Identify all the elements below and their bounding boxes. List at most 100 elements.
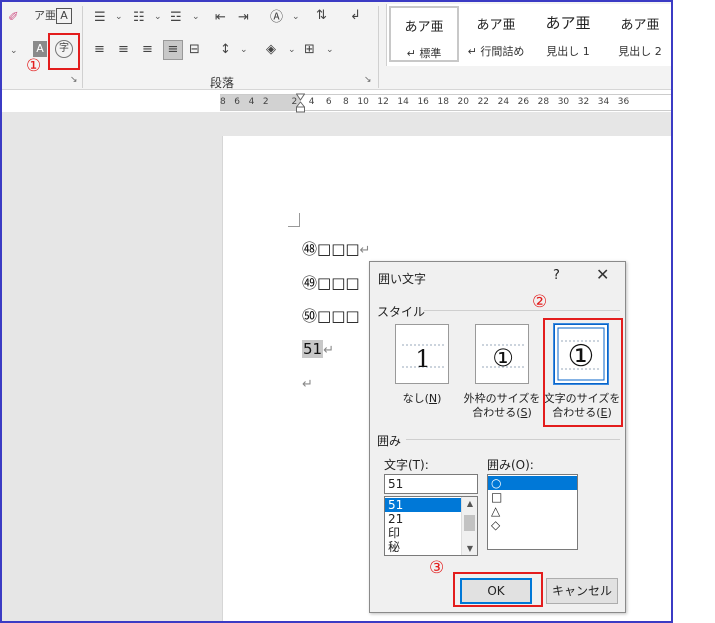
chevron-down-icon[interactable]: ⌄ <box>154 12 162 22</box>
cancel-button[interactable]: キャンセル <box>546 578 618 604</box>
enclosure-list[interactable]: ○ □ △ ◇ <box>487 474 578 550</box>
style-shrink-preview-icon: ① <box>482 344 524 372</box>
doc-line-empty[interactable]: ↵ <box>302 374 313 392</box>
style-sample: あア亜 <box>545 14 591 32</box>
increase-indent-icon[interactable]: ⇥ <box>238 10 249 26</box>
styles-gallery: あア亜 ↵ 標準 あア亜 ↵ 行間詰め あア亜 見出し 1 あア亜 見出し 2 <box>386 4 671 66</box>
placeholder-boxes: □□□ <box>317 240 360 258</box>
annotation-number-1: ① <box>26 56 42 76</box>
style-name: ↵ 標準 <box>406 47 442 60</box>
enclosed-number: ㊿ <box>302 307 318 325</box>
list-item[interactable]: □ <box>488 490 577 504</box>
bullets-icon[interactable]: ☰ <box>94 10 106 26</box>
chevron-down-icon[interactable]: ⌄ <box>115 12 123 22</box>
sort-icon[interactable]: ⇅ <box>316 8 327 24</box>
selected-text: 51 <box>302 340 324 358</box>
style-shrink-caption: 外枠のサイズを 合わせる(S) <box>463 392 541 419</box>
style-none-caption: なし(N) <box>402 392 442 405</box>
justify-icon[interactable]: ≡ <box>163 40 183 60</box>
style-no-spacing[interactable]: あア亜 ↵ 行間詰め <box>461 6 531 62</box>
annotation-box-2 <box>543 318 623 427</box>
style-sample: あア亜 <box>404 20 444 35</box>
style-name: 見出し 2 <box>618 45 662 58</box>
phonetic-guide-icon[interactable]: ア亜 <box>34 8 56 24</box>
section-divider <box>424 310 620 311</box>
show-formatting-marks-icon[interactable]: ↲ <box>350 8 361 24</box>
numbering-icon[interactable]: ☷ <box>133 10 145 26</box>
list-item[interactable]: ◇ <box>488 518 577 532</box>
character-border-icon[interactable]: A <box>56 8 72 24</box>
group-separator <box>378 6 379 88</box>
chevron-down-icon[interactable]: ⌄ <box>10 46 18 56</box>
chevron-down-icon[interactable]: ⌄ <box>288 45 296 55</box>
style-heading-2[interactable]: あア亜 見出し 2 <box>605 6 671 62</box>
list-scrollbar[interactable]: ▲ ▼ <box>461 497 477 555</box>
style-option-none[interactable]: 1 <box>395 324 449 384</box>
character-shading-icon[interactable]: A <box>33 41 47 57</box>
scroll-up-icon[interactable]: ▲ <box>462 499 477 508</box>
ruler-labels: 8 6 4 2 2 4 6 8 10 12 14 16 18 20 22 24 … <box>220 97 630 107</box>
align-right-icon[interactable]: ≡ <box>142 42 153 58</box>
list-item[interactable]: ○ <box>488 476 577 490</box>
style-sample: あア亜 <box>620 18 660 33</box>
help-button[interactable]: ? <box>553 268 560 283</box>
indent-marker-icon[interactable] <box>296 93 305 113</box>
line-spacing-icon[interactable]: ↕ <box>220 42 231 58</box>
chevron-down-icon[interactable]: ⌄ <box>326 45 334 55</box>
chevron-down-icon[interactable]: ⌄ <box>192 12 200 22</box>
borders-icon[interactable]: ⊞ <box>304 42 315 58</box>
annotation-box-3 <box>453 572 543 607</box>
align-left-icon[interactable]: ≡ <box>94 42 105 58</box>
doc-line-49[interactable]: ㊾□□□ <box>302 272 360 293</box>
text-input[interactable]: 51 <box>384 474 478 494</box>
section-divider <box>406 439 620 440</box>
list-item[interactable]: △ <box>488 504 577 518</box>
annotation-number-3: ③ <box>429 558 445 578</box>
paragraph-mark: ↵ <box>323 343 334 358</box>
paragraph-mark: ↵ <box>359 243 371 258</box>
scroll-thumb[interactable] <box>464 515 475 531</box>
chevron-down-icon[interactable]: ⌄ <box>292 12 300 22</box>
style-heading-1[interactable]: あア亜 見出し 1 <box>533 6 603 62</box>
style-name: 見出し 1 <box>546 45 590 58</box>
style-option-shrink-text[interactable]: ① <box>475 324 529 384</box>
svg-text:①: ① <box>492 344 514 372</box>
horizontal-ruler[interactable]: 8 6 4 2 2 4 6 8 10 12 14 16 18 20 22 24 … <box>220 93 671 113</box>
annotation-number-2: ② <box>532 292 548 312</box>
doc-line-51[interactable]: 51↵ <box>302 340 334 358</box>
enclosed-number: ㊽ <box>302 240 318 258</box>
decrease-indent-icon[interactable]: ⇤ <box>215 10 226 26</box>
enclosed-number: ㊾ <box>302 274 318 292</box>
scroll-down-icon[interactable]: ▼ <box>462 544 477 553</box>
svg-text:1: 1 <box>415 345 430 373</box>
style-sample: あア亜 <box>476 18 516 33</box>
enclosure-section-label: 囲み <box>377 434 402 448</box>
paragraph-dialog-launcher-icon[interactable]: ↘ <box>364 75 372 85</box>
margin-corner-mark <box>288 213 300 227</box>
chevron-down-icon[interactable]: ⌄ <box>240 45 248 55</box>
shading-icon[interactable]: ◈ <box>266 42 276 58</box>
distributed-icon[interactable]: ⊟ <box>189 42 200 58</box>
dialog-title: 囲い文字 <box>378 272 427 286</box>
text-direction-icon[interactable]: Ⓐ <box>270 10 283 26</box>
paragraph-group-label: 段落 <box>210 76 235 90</box>
text-field-label: 文字(T): <box>384 458 429 472</box>
align-center-icon[interactable]: ≡ <box>118 42 129 58</box>
clear-formatting-icon[interactable]: ✐ <box>8 10 19 26</box>
app-window: ✐ ア亜 A ⌄ A 字 ↘ ☰ ⌄ ☷ ⌄ ☲ ⌄ ⇤ ⇥ Ⓐ ⌄ ⇅ ↲ ≡… <box>0 0 673 623</box>
placeholder-boxes: □□□ <box>317 274 360 292</box>
enclosure-field-label: 囲み(O): <box>487 458 534 472</box>
style-name: ↵ 行間詰め <box>467 45 525 58</box>
style-section-label: スタイル <box>377 305 426 319</box>
text-list[interactable]: 51 21 印 秘 ▲ ▼ <box>384 496 478 556</box>
multilevel-list-icon[interactable]: ☲ <box>170 10 182 26</box>
doc-line-50[interactable]: ㊿□□□ <box>302 305 360 326</box>
paragraph-mark: ↵ <box>302 377 313 392</box>
style-normal[interactable]: あア亜 ↵ 標準 <box>389 6 459 62</box>
close-icon[interactable]: ✕ <box>596 265 609 284</box>
enclosed-characters-dialog: 囲い文字 ? ✕ スタイル 1 なし(N) ① 外枠のサイズを合わせる(S) <box>369 261 626 613</box>
group-separator <box>82 6 83 88</box>
placeholder-boxes: □□□ <box>317 307 360 325</box>
font-dialog-launcher-icon[interactable]: ↘ <box>70 75 78 85</box>
doc-line-48[interactable]: ㊽□□□↵ <box>302 238 370 259</box>
